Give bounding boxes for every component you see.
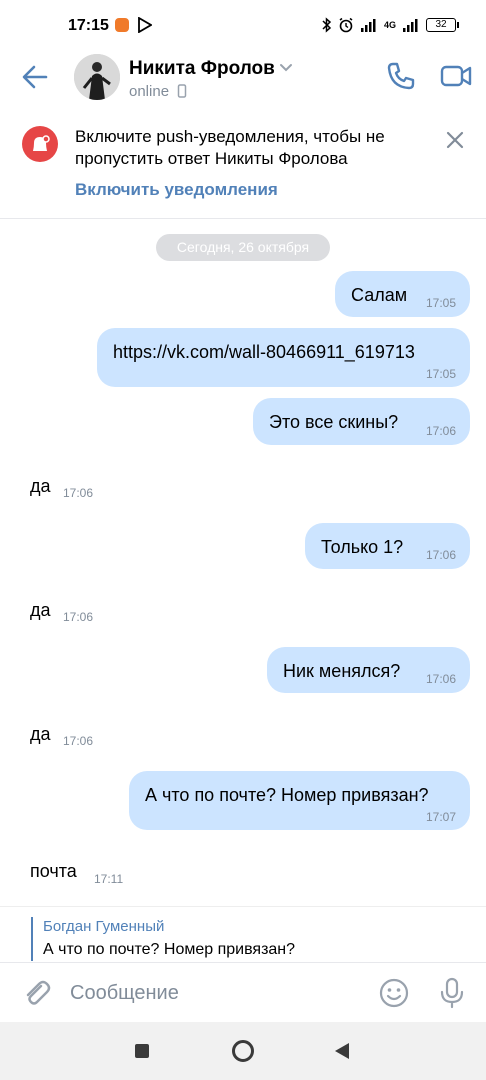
system-nav-bar xyxy=(0,1022,486,1080)
status-time: 17:15 xyxy=(68,17,109,34)
message-time: 17:05 xyxy=(425,296,456,310)
online-status-text: online xyxy=(129,83,170,100)
banner-text: Включите push-уведомления, чтобы не проп… xyxy=(75,127,385,168)
reply-author: Богдан Гуменный xyxy=(43,918,165,935)
chat-header: Никита Фролов online xyxy=(0,48,486,108)
message-outgoing[interactable]: Ник менялся? 17:06 xyxy=(267,647,470,693)
enable-notifications-link[interactable]: Включить уведомления xyxy=(75,180,278,200)
message-text: А что по почте? Номер привязан? xyxy=(145,785,429,805)
message-outgoing[interactable]: Это все скины? 17:06 xyxy=(253,398,470,445)
message-text: Ник менялся? xyxy=(283,661,401,681)
close-icon[interactable] xyxy=(445,130,465,150)
avatar-image xyxy=(74,54,120,100)
notification-bell-icon xyxy=(22,126,58,162)
message-outgoing[interactable]: https://vk.com/wall-80466911_619713 17:0… xyxy=(97,328,470,387)
home-icon[interactable] xyxy=(232,1040,254,1062)
message-incoming[interactable]: да xyxy=(30,476,51,497)
back-arrow-icon[interactable] xyxy=(20,62,50,92)
message-incoming[interactable]: да xyxy=(30,724,51,745)
message-input[interactable]: Сообщение xyxy=(70,982,179,1005)
phone-icon[interactable] xyxy=(385,60,417,92)
message-time: 17:06 xyxy=(63,486,94,500)
message-time: 17:05 xyxy=(425,367,456,381)
message-text: Салам xyxy=(351,285,408,305)
bluetooth-icon xyxy=(322,17,332,33)
message-text: Это все скины? xyxy=(269,412,399,432)
message-time: 17:11 xyxy=(94,872,124,886)
nav-back-icon[interactable] xyxy=(334,1042,350,1060)
message-incoming[interactable]: почта xyxy=(30,861,77,882)
message-time: 17:06 xyxy=(63,610,94,624)
microphone-icon[interactable] xyxy=(438,977,466,1009)
mobile-icon xyxy=(177,84,187,98)
signal-icon xyxy=(360,19,376,32)
attach-icon[interactable] xyxy=(20,977,52,1009)
reply-bar xyxy=(31,917,33,961)
date-separator: Сегодня, 26 октября xyxy=(156,234,330,261)
message-link[interactable]: https://vk.com/wall-80466911_619713 xyxy=(113,342,415,363)
message-time: 17:07 xyxy=(425,810,456,824)
status-bar: 17:15 4G 32 xyxy=(0,0,486,48)
battery-icon: 32 xyxy=(426,18,459,32)
message-composer: Сообщение xyxy=(0,962,486,1023)
alarm-icon xyxy=(339,17,353,33)
online-status: online xyxy=(129,83,187,100)
contact-name[interactable]: Никита Фролов xyxy=(129,58,275,80)
reply-preview[interactable]: Богдан Гуменный А что по почте? Номер пр… xyxy=(0,906,486,961)
signal-icon-2 xyxy=(403,19,418,32)
message-time: 17:06 xyxy=(425,424,456,438)
message-text: Только 1? xyxy=(321,537,404,557)
push-banner: Включите push-уведомления, чтобы не проп… xyxy=(0,110,486,219)
play-store-icon xyxy=(138,17,152,33)
app-notification-icon xyxy=(115,18,129,32)
message-outgoing[interactable]: Салам 17:05 xyxy=(335,271,470,317)
message-time: 17:06 xyxy=(63,734,94,748)
message-outgoing[interactable]: А что по почте? Номер привязан? 17:07 xyxy=(129,771,470,830)
message-time: 17:06 xyxy=(425,548,456,562)
battery-level: 32 xyxy=(435,19,447,30)
avatar[interactable] xyxy=(74,54,120,100)
bell-glyph-icon xyxy=(33,135,50,151)
emoji-icon[interactable] xyxy=(378,977,410,1009)
recents-icon[interactable] xyxy=(135,1044,149,1058)
status-icons: 4G 32 xyxy=(322,14,459,36)
video-call-icon[interactable] xyxy=(440,62,472,90)
network-type: 4G xyxy=(383,20,396,30)
message-time: 17:06 xyxy=(425,672,456,686)
chevron-down-icon[interactable] xyxy=(279,63,293,73)
message-incoming[interactable]: да xyxy=(30,600,51,621)
message-outgoing[interactable]: Только 1? 17:06 xyxy=(305,523,470,569)
reply-text: А что по почте? Номер привязан? xyxy=(43,941,296,958)
